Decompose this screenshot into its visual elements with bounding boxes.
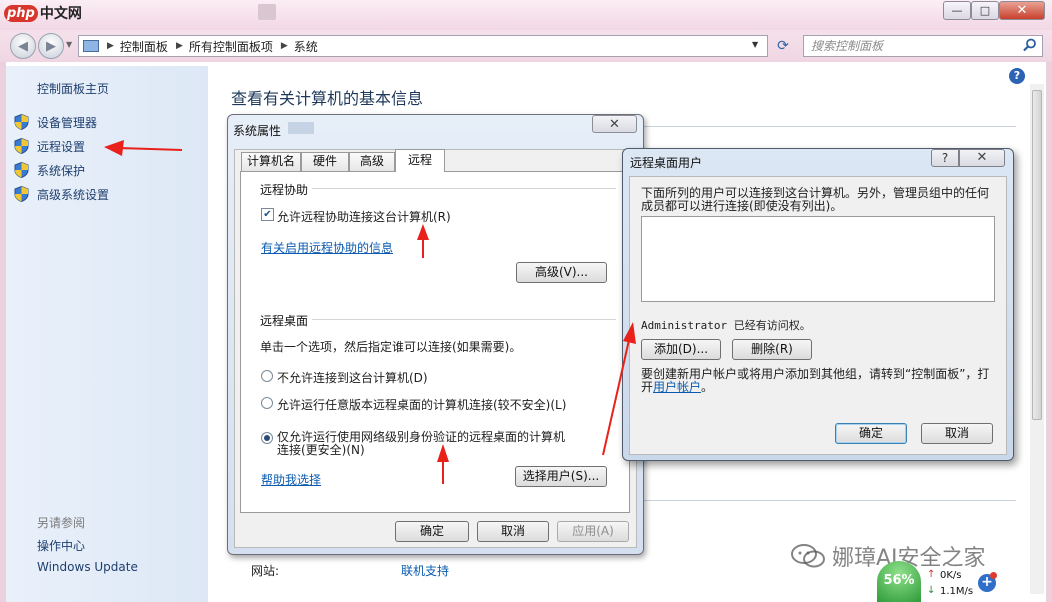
remote-assistance-advanced-button[interactable]: 高级(V)...	[516, 262, 607, 283]
sidebar-item-label: 系统保护	[37, 163, 86, 178]
blurred-region	[258, 4, 276, 20]
shield-icon	[14, 162, 29, 178]
close-button[interactable]: ✕	[999, 1, 1045, 20]
shield-icon	[14, 138, 29, 154]
administrator-access-note: Administrator 已经有访问权。	[641, 319, 811, 332]
address-dropdown-icon[interactable]: ▼	[752, 40, 758, 49]
see-also-heading: 另请参阅	[37, 516, 86, 530]
add-user-button[interactable]: 添加(D)...	[641, 339, 721, 360]
remote-assistance-info-link[interactable]: 有关启用远程协助的信息	[261, 239, 393, 256]
divider	[640, 500, 1016, 501]
create-user-note: 要创建新用户帐户或将用户添加到其他组，请转到“控制面板”，打开用户帐户。	[641, 368, 996, 394]
notification-badge	[990, 572, 997, 579]
download-speed: 1.1M/s	[940, 586, 974, 597]
group-divider	[312, 319, 616, 320]
upload-speed: 0K/s	[940, 570, 962, 581]
computer-icon	[83, 40, 99, 52]
arrow-left-icon: ◀	[18, 38, 28, 54]
remote-desktop-description: 单击一个选项，然后指定谁可以连接(如果需要)。	[260, 340, 522, 354]
logo-text: 中文网	[39, 6, 82, 22]
dialog-title: 系统属性	[233, 124, 282, 138]
website-label: 网站:	[251, 564, 280, 578]
action-center-link[interactable]: 操作中心	[37, 537, 85, 554]
help-me-choose-link[interactable]: 帮助我选择	[261, 471, 321, 488]
remove-user-button[interactable]: 删除(R)	[732, 339, 812, 360]
allow-any-version-label[interactable]: 允许运行任意版本远程桌面的计算机连接(较不安全)(L)	[277, 396, 566, 413]
maximize-button[interactable]: □	[971, 1, 999, 20]
deny-connections-label[interactable]: 不允许连接到这台计算机(D)	[277, 369, 428, 386]
download-arrow-icon: ↓	[927, 585, 936, 596]
tab-advanced[interactable]: 高级	[349, 152, 395, 171]
breadcrumb-separator-icon: ▶	[107, 41, 114, 51]
breadcrumb-system[interactable]: 系统	[294, 38, 318, 55]
logo-php: php	[4, 4, 38, 22]
dialog-close-button[interactable]: ✕	[592, 115, 637, 133]
forward-button[interactable]: ▶	[38, 33, 64, 59]
allow-remote-assistance-checkbox[interactable]: ✔	[261, 208, 274, 221]
users-list[interactable]	[641, 216, 995, 302]
allow-any-version-radio[interactable]	[261, 397, 273, 409]
site-logo: php 中文网	[4, 3, 82, 23]
wechat-icon	[791, 544, 825, 568]
windows-update-link[interactable]: Windows Update	[37, 560, 138, 574]
tab-computer-name[interactable]: 计算机名	[241, 152, 301, 171]
address-bar[interactable]: ▶ 控制面板 ▶ 所有控制面板项 ▶ 系统	[78, 35, 768, 57]
sidebar-item-system-protection[interactable]: 系统保护	[14, 160, 85, 180]
breadcrumb-separator-icon: ▶	[175, 41, 183, 51]
select-users-button[interactable]: 选择用户(S)...	[515, 466, 607, 487]
breadcrumb-separator-icon: ▶	[280, 41, 288, 51]
remote-assistance-group-title: 远程协助	[260, 183, 309, 197]
blurred-region	[288, 122, 314, 134]
refresh-button[interactable]: ⟳	[772, 35, 794, 57]
help-icon[interactable]: ?	[1009, 68, 1025, 84]
search-input[interactable]: 搜索控制面板	[803, 35, 1043, 57]
create-user-note-end: 。	[701, 380, 714, 394]
group-divider	[312, 188, 616, 189]
users-description: 下面所列的用户可以连接到这台计算机。另外，管理员组中的任何成员都可以进行连接(即…	[641, 186, 990, 213]
dialog-help-button[interactable]: ?	[931, 149, 959, 167]
breadcrumb-control-panel[interactable]: 控制面板	[120, 38, 168, 55]
ok-button[interactable]: 确定	[395, 521, 469, 542]
scrollbar-thumb[interactable]	[1032, 90, 1042, 420]
shield-icon	[14, 114, 29, 130]
cancel-button[interactable]: 取消	[477, 521, 549, 542]
deny-connections-radio[interactable]	[261, 370, 273, 382]
refresh-icon: ⟳	[777, 38, 789, 54]
user-accounts-link[interactable]: 用户帐户	[653, 380, 701, 394]
minimize-button[interactable]: —	[943, 1, 971, 20]
dialog-title: 远程桌面用户	[630, 156, 703, 170]
dialog-close-button[interactable]: ✕	[959, 149, 1005, 167]
history-dropdown-icon[interactable]: ▼	[66, 40, 72, 49]
cancel-button[interactable]: 取消	[921, 423, 993, 444]
page-title: 查看有关计算机的基本信息	[231, 89, 424, 108]
tab-remote[interactable]: 远程	[395, 149, 445, 172]
sidebar-home-link[interactable]: 控制面板主页	[37, 80, 109, 97]
shield-icon	[14, 186, 29, 202]
sidebar-item-label: 远程设置	[37, 139, 86, 154]
online-support-link[interactable]: 联机支持	[401, 562, 449, 579]
cpu-usage-ball[interactable]: 56%	[877, 561, 921, 602]
ok-button[interactable]: 确定	[835, 423, 907, 444]
allow-nla-only-radio[interactable]	[261, 432, 273, 444]
divider	[640, 126, 1016, 127]
sidebar-item-label: 高级系统设置	[37, 187, 110, 202]
allow-nla-only-label[interactable]: 仅允许运行使用网络级别身份验证的远程桌面的计算机连接(更安全)(N)	[277, 431, 567, 457]
window-titlebar	[0, 0, 1052, 30]
upload-arrow-icon: ↑	[927, 569, 936, 580]
remote-desktop-group-title: 远程桌面	[260, 314, 309, 328]
sidebar-item-label: 设备管理器	[37, 115, 98, 130]
breadcrumb-all-items[interactable]: 所有控制面板项	[189, 38, 273, 55]
allow-remote-assistance-label[interactable]: 允许远程协助连接这台计算机(R)	[277, 208, 451, 225]
sidebar-item-remote-settings[interactable]: 远程设置	[14, 136, 85, 156]
sidebar-item-device-manager[interactable]: 设备管理器	[14, 112, 97, 132]
sidebar-item-advanced-settings[interactable]: 高级系统设置	[14, 184, 109, 204]
arrow-right-icon: ▶	[46, 38, 56, 54]
apply-button[interactable]: 应用(A)	[557, 521, 629, 542]
search-icon[interactable]	[1023, 38, 1037, 52]
back-button[interactable]: ◀	[10, 33, 36, 59]
tab-hardware[interactable]: 硬件	[301, 152, 349, 171]
